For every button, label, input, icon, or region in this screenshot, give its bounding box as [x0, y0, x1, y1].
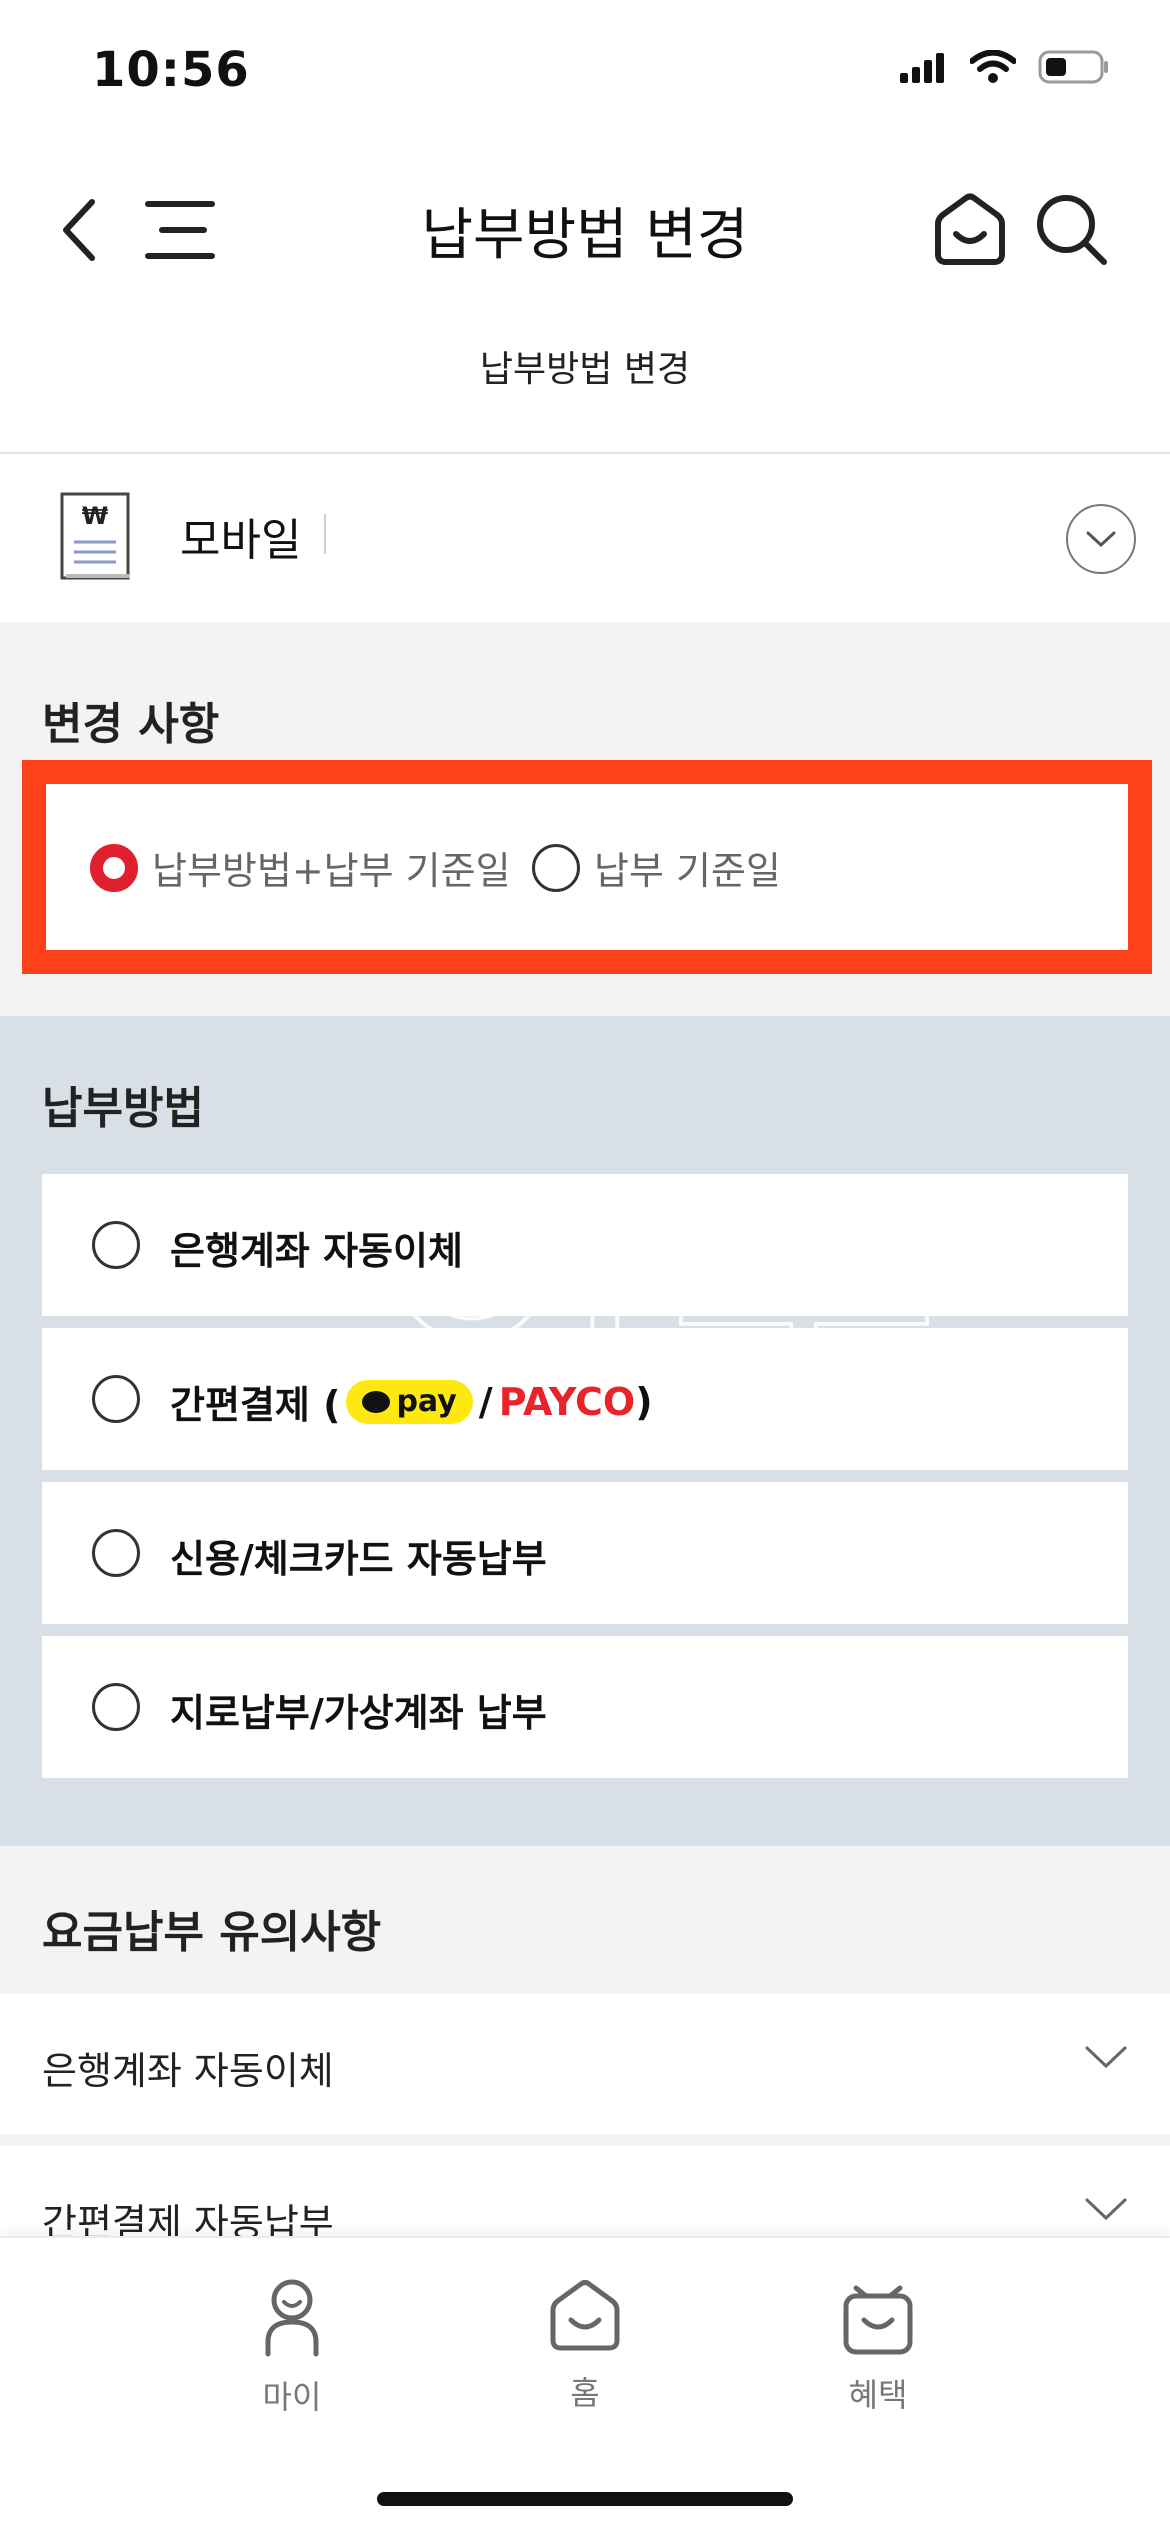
option-payment-date[interactable]: 납부 기준일 — [532, 840, 781, 895]
divider — [0, 2134, 1170, 2146]
method-label: 지로납부/가상계좌 납부 — [170, 1691, 547, 1735]
radio-button[interactable] — [92, 1529, 140, 1577]
account-selector[interactable]: ₩ 모바일 — [0, 454, 1170, 622]
status-icons — [900, 50, 1110, 84]
label-suffix: ) — [635, 1379, 653, 1424]
section-title: 납부방법 — [42, 1083, 204, 1134]
separator — [324, 514, 326, 554]
kakao-pay-text: pay — [396, 1384, 457, 1419]
method-easy-pay[interactable]: 간편결제 ( pay / PAYCO ) — [42, 1328, 1128, 1470]
notes-header: 요금납부 유의사항 — [0, 1846, 1170, 1994]
account-label: 모바일 — [180, 515, 302, 566]
signal-icon — [900, 53, 944, 83]
option-label: 납부 기준일 — [594, 849, 781, 893]
kakao-pay-logo: pay — [346, 1379, 473, 1424]
wifi-icon — [970, 50, 1016, 83]
battery-icon — [1038, 50, 1108, 84]
note-label: 은행계좌 자동이체 — [42, 2049, 334, 2093]
section-title: 변경 사항 — [42, 699, 220, 750]
search-icon — [1037, 195, 1107, 265]
svg-text:₩: ₩ — [82, 502, 109, 530]
payco-logo: PAYCO — [498, 1379, 636, 1424]
page-subtitle: 납부방법 변경 — [479, 349, 691, 390]
header: 납부방법 변경 — [0, 150, 1170, 310]
gift-icon — [843, 2285, 913, 2355]
option-label: 납부방법+납부 기준일 — [152, 849, 511, 893]
method-card-auto-pay[interactable]: 신용/체크카드 자동납부 — [42, 1482, 1128, 1624]
radio-button[interactable] — [92, 1221, 140, 1269]
home-icon — [935, 193, 1005, 265]
section-title: 요금납부 유의사항 — [42, 1907, 382, 1958]
tab-label: 마이 — [262, 2378, 322, 2416]
person-icon — [265, 2279, 319, 2357]
note-item-bank-transfer[interactable]: 은행계좌 자동이체 — [0, 1994, 1170, 2134]
search-button[interactable] — [1022, 180, 1122, 280]
tab-benefits[interactable]: 혜택 — [808, 2278, 948, 2416]
highlight-box: 납부방법+납부 기준일 납부 기준일 — [22, 760, 1152, 974]
bottom-tab-bar: 마이 홈 혜택 — [0, 2236, 1170, 2532]
option-payment-method-and-date[interactable]: 납부방법+납부 기준일 — [90, 840, 511, 895]
change-section: 변경 사항 납부방법+납부 기준일 납부 기준일 — [0, 622, 1170, 1016]
chevron-down-icon — [1086, 531, 1116, 548]
home-icon — [550, 2280, 620, 2351]
home-indicator — [377, 2492, 793, 2506]
tab-label: 홈 — [570, 2374, 600, 2412]
tab-label: 혜택 — [848, 2376, 908, 2414]
speech-bubble-icon — [362, 1390, 391, 1413]
chevron-down-icon — [1085, 2046, 1127, 2069]
method-label: 은행계좌 자동이체 — [170, 1229, 463, 1273]
home-button[interactable] — [920, 180, 1020, 280]
label-prefix: 간편결제 ( — [170, 1383, 341, 1427]
tab-home[interactable]: 홈 — [515, 2278, 655, 2414]
method-giro-virtual-account[interactable]: 지로납부/가상계좌 납부 — [42, 1636, 1128, 1778]
status-bar: 10:56 — [0, 0, 1170, 150]
method-bank-transfer[interactable]: 은행계좌 자동이체 — [42, 1174, 1128, 1316]
tab-my[interactable]: 마이 — [222, 2278, 362, 2418]
radio-button-selected[interactable] — [90, 843, 138, 892]
radio-button[interactable] — [532, 843, 580, 892]
bill-icon: ₩ — [60, 492, 130, 580]
payment-method-section: 익궁 납부방법 은행계좌 자동이체 간편결제 ( pay / PAYCO ) 신… — [0, 1016, 1170, 1846]
status-time: 10:56 — [92, 42, 250, 98]
chevron-down-icon — [1085, 2198, 1127, 2221]
slash: / — [478, 1379, 493, 1424]
method-label: 신용/체크카드 자동납부 — [170, 1537, 547, 1581]
radio-button[interactable] — [92, 1375, 140, 1423]
expand-button[interactable] — [1066, 504, 1136, 574]
method-label: 간편결제 ( pay / PAYCO ) — [170, 1374, 653, 1429]
radio-button[interactable] — [92, 1683, 140, 1731]
